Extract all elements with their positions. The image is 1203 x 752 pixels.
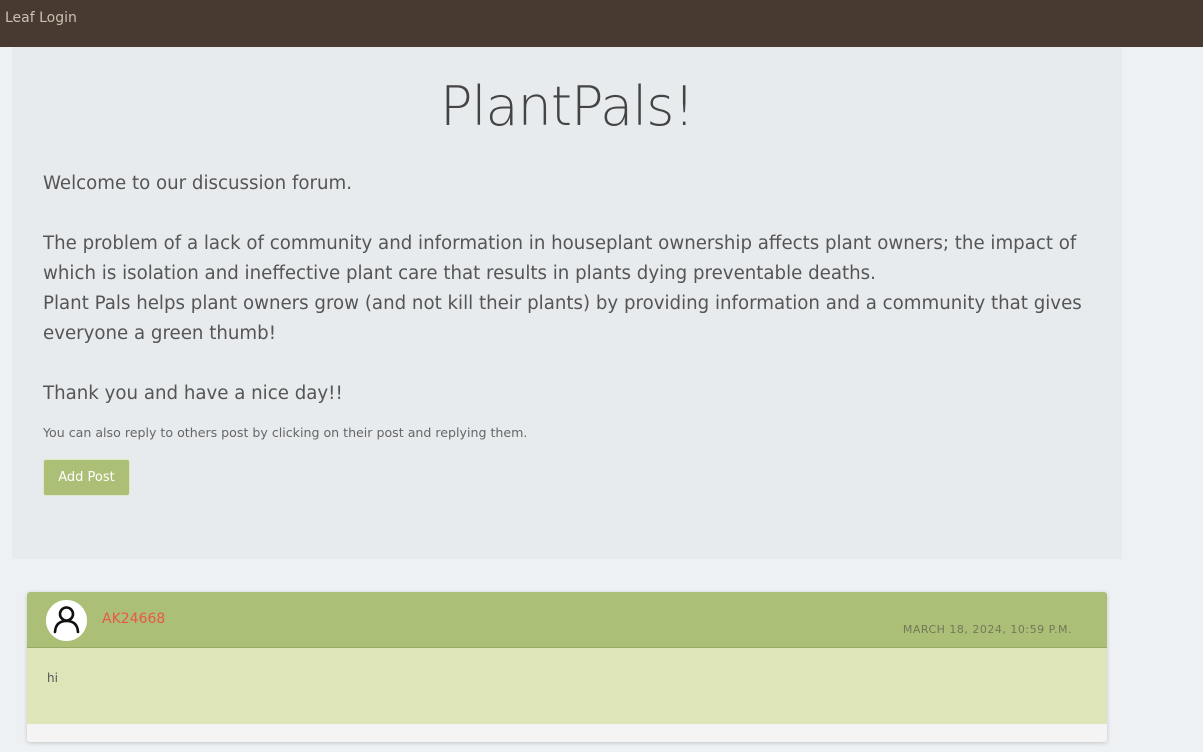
user-icon: [46, 600, 87, 641]
add-post-button[interactable]: Add Post: [43, 459, 130, 496]
intro-text: Welcome to our discussion forum. The pro…: [43, 169, 1103, 409]
reply-hint: You can also reply to others post by cli…: [43, 425, 528, 440]
post-header: AK24668 MARCH 18, 2024, 10:59 P.M.: [27, 592, 1107, 648]
welcome-panel: PlantPals! Welcome to our discussion for…: [12, 47, 1122, 559]
post-timestamp: MARCH 18, 2024, 10:59 P.M.: [902, 623, 1072, 636]
brand-link[interactable]: Leaf Login: [5, 10, 77, 26]
post-content: hi: [47, 671, 58, 685]
post-body: hi: [27, 648, 1107, 724]
thanks-text: Thank you and have a nice day!!: [43, 383, 343, 404]
navbar: Leaf Login: [0, 0, 1203, 47]
page-title: PlantPals!: [439, 75, 695, 138]
problem-text: The problem of a lack of community and i…: [43, 233, 1077, 284]
post-username-link[interactable]: AK24668: [102, 611, 165, 627]
mission-text: Plant Pals helps plant owners grow (and …: [43, 293, 1082, 344]
post-card[interactable]: AK24668 MARCH 18, 2024, 10:59 P.M. hi: [27, 592, 1107, 742]
welcome-text: Welcome to our discussion forum.: [43, 173, 353, 194]
